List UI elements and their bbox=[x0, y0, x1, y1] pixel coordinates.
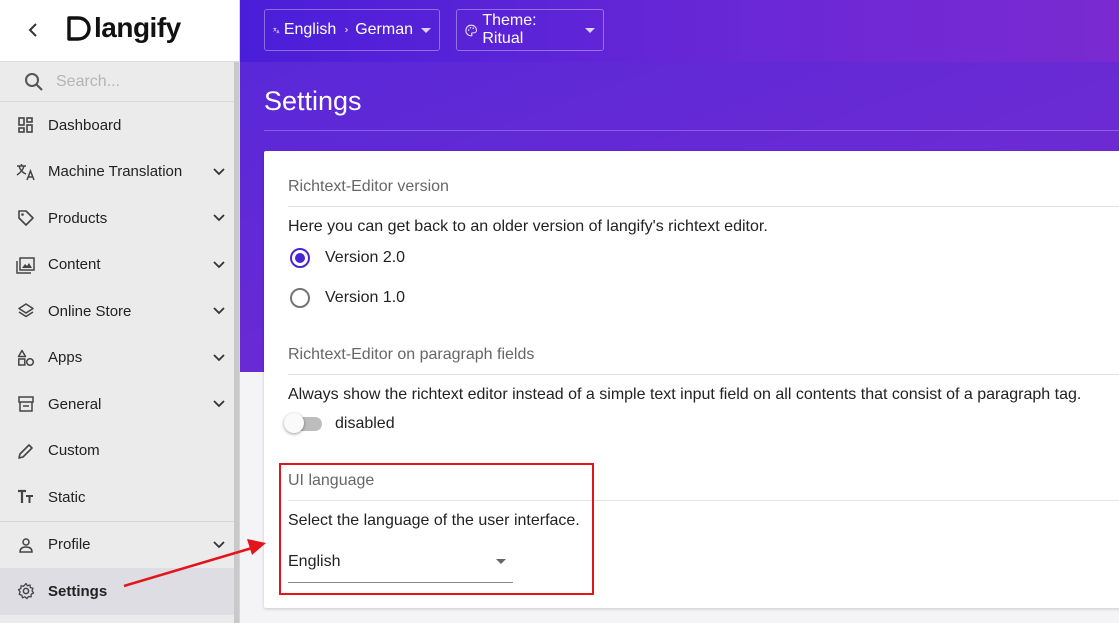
annotation-arrow bbox=[123, 539, 266, 588]
